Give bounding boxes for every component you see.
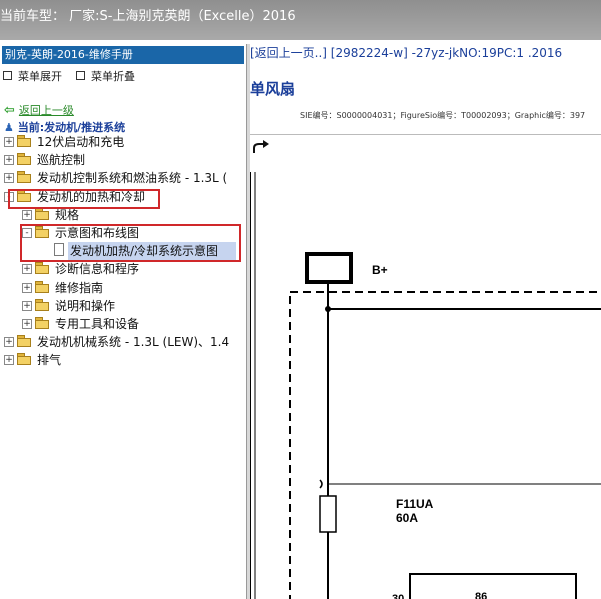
folder-icon: [35, 281, 50, 293]
tree-item-label: 排气: [37, 353, 62, 367]
tree-item-label: 说明和操作: [55, 299, 116, 313]
folder-icon: [17, 335, 32, 347]
folder-icon: [17, 135, 32, 147]
tree-item-label: 专用工具和设备: [55, 317, 140, 331]
annotation-box-schematic: [20, 224, 241, 262]
expand-node-icon[interactable]: +: [22, 264, 32, 274]
fuse-rating-label: 60A: [396, 511, 418, 525]
folder-icon: [35, 262, 50, 274]
title-bar: 当前车型： 厂家:S-上海别克英朗（Excelle）2016: [0, 0, 601, 40]
pin-30-label: 30: [392, 593, 404, 599]
tree-item-label: 发动机机械系统 - 1.3L (LEW)、1.4: [37, 335, 230, 349]
expand-node-icon[interactable]: +: [4, 173, 14, 183]
user-icon: ♟: [4, 121, 14, 134]
fuse-symbol: [319, 495, 337, 533]
bplus-terminal: [305, 252, 353, 284]
expand-menu-label: 菜单展开: [18, 70, 62, 83]
folder-icon: [35, 299, 50, 311]
tree-item-label: 发动机控制系统和燃油系统 - 1.3L (: [37, 171, 228, 185]
tree-item-label: 12伏启动和充电: [37, 135, 125, 149]
window-title: 当前车型： 厂家:S-上海别克英朗（Excelle）2016: [0, 9, 296, 24]
wiring-diagram: B+ F11UA 60A 30 86: [250, 172, 601, 599]
expand-node-icon[interactable]: +: [22, 210, 32, 220]
collapse-icon: [76, 71, 85, 80]
collapse-menu-button[interactable]: 菜单折叠: [76, 68, 135, 84]
relay-box: [409, 573, 577, 599]
tree-item-label: 诊断信息和程序: [55, 262, 140, 276]
tree-item-label: 维修指南: [55, 281, 104, 295]
manual-header: 别克-英朗-2016-维修手册: [2, 46, 244, 64]
collapse-menu-label: 菜单折叠: [91, 70, 135, 83]
annotation-box-heating-cooling: [8, 189, 160, 209]
expand-icon: [3, 71, 12, 80]
left-navigation-panel: 别克-英朗-2016-维修手册 菜单展开 菜单折叠 ⇦ 返回上一级 ♟ 当前:发动…: [0, 44, 246, 599]
expand-node-icon[interactable]: +: [22, 319, 32, 329]
folder-icon: [17, 353, 32, 365]
bplus-label: B+: [372, 263, 388, 277]
connector-symbol: [319, 479, 323, 489]
folder-icon: [17, 153, 32, 165]
content-panel: [返回上一页..] [2982224-w] -27yz-jkNO:19PC:1 …: [250, 44, 601, 599]
expand-node-icon[interactable]: +: [4, 355, 14, 365]
fuse-name-label: F11UA: [396, 497, 434, 511]
expand-node-icon[interactable]: +: [4, 137, 14, 147]
back-arrow-icon: ⇦: [4, 103, 15, 118]
back-up-level-link[interactable]: ⇦ 返回上一级: [4, 102, 74, 118]
pin-86-label: 86: [475, 591, 487, 599]
expand-node-icon[interactable]: +: [22, 283, 32, 293]
folder-icon: [35, 208, 50, 220]
folder-icon: [17, 171, 32, 183]
fuse-block-boundary: [289, 291, 601, 599]
tree-item-label: 巡航控制: [37, 153, 86, 167]
expand-node-icon[interactable]: +: [4, 337, 14, 347]
expand-node-icon[interactable]: +: [22, 301, 32, 311]
folder-icon: [35, 317, 50, 329]
expand-node-icon[interactable]: +: [4, 155, 14, 165]
splice-dot: [325, 306, 331, 312]
expand-menu-button[interactable]: 菜单展开: [3, 68, 62, 84]
back-up-level-label: 返回上一级: [18, 104, 74, 117]
